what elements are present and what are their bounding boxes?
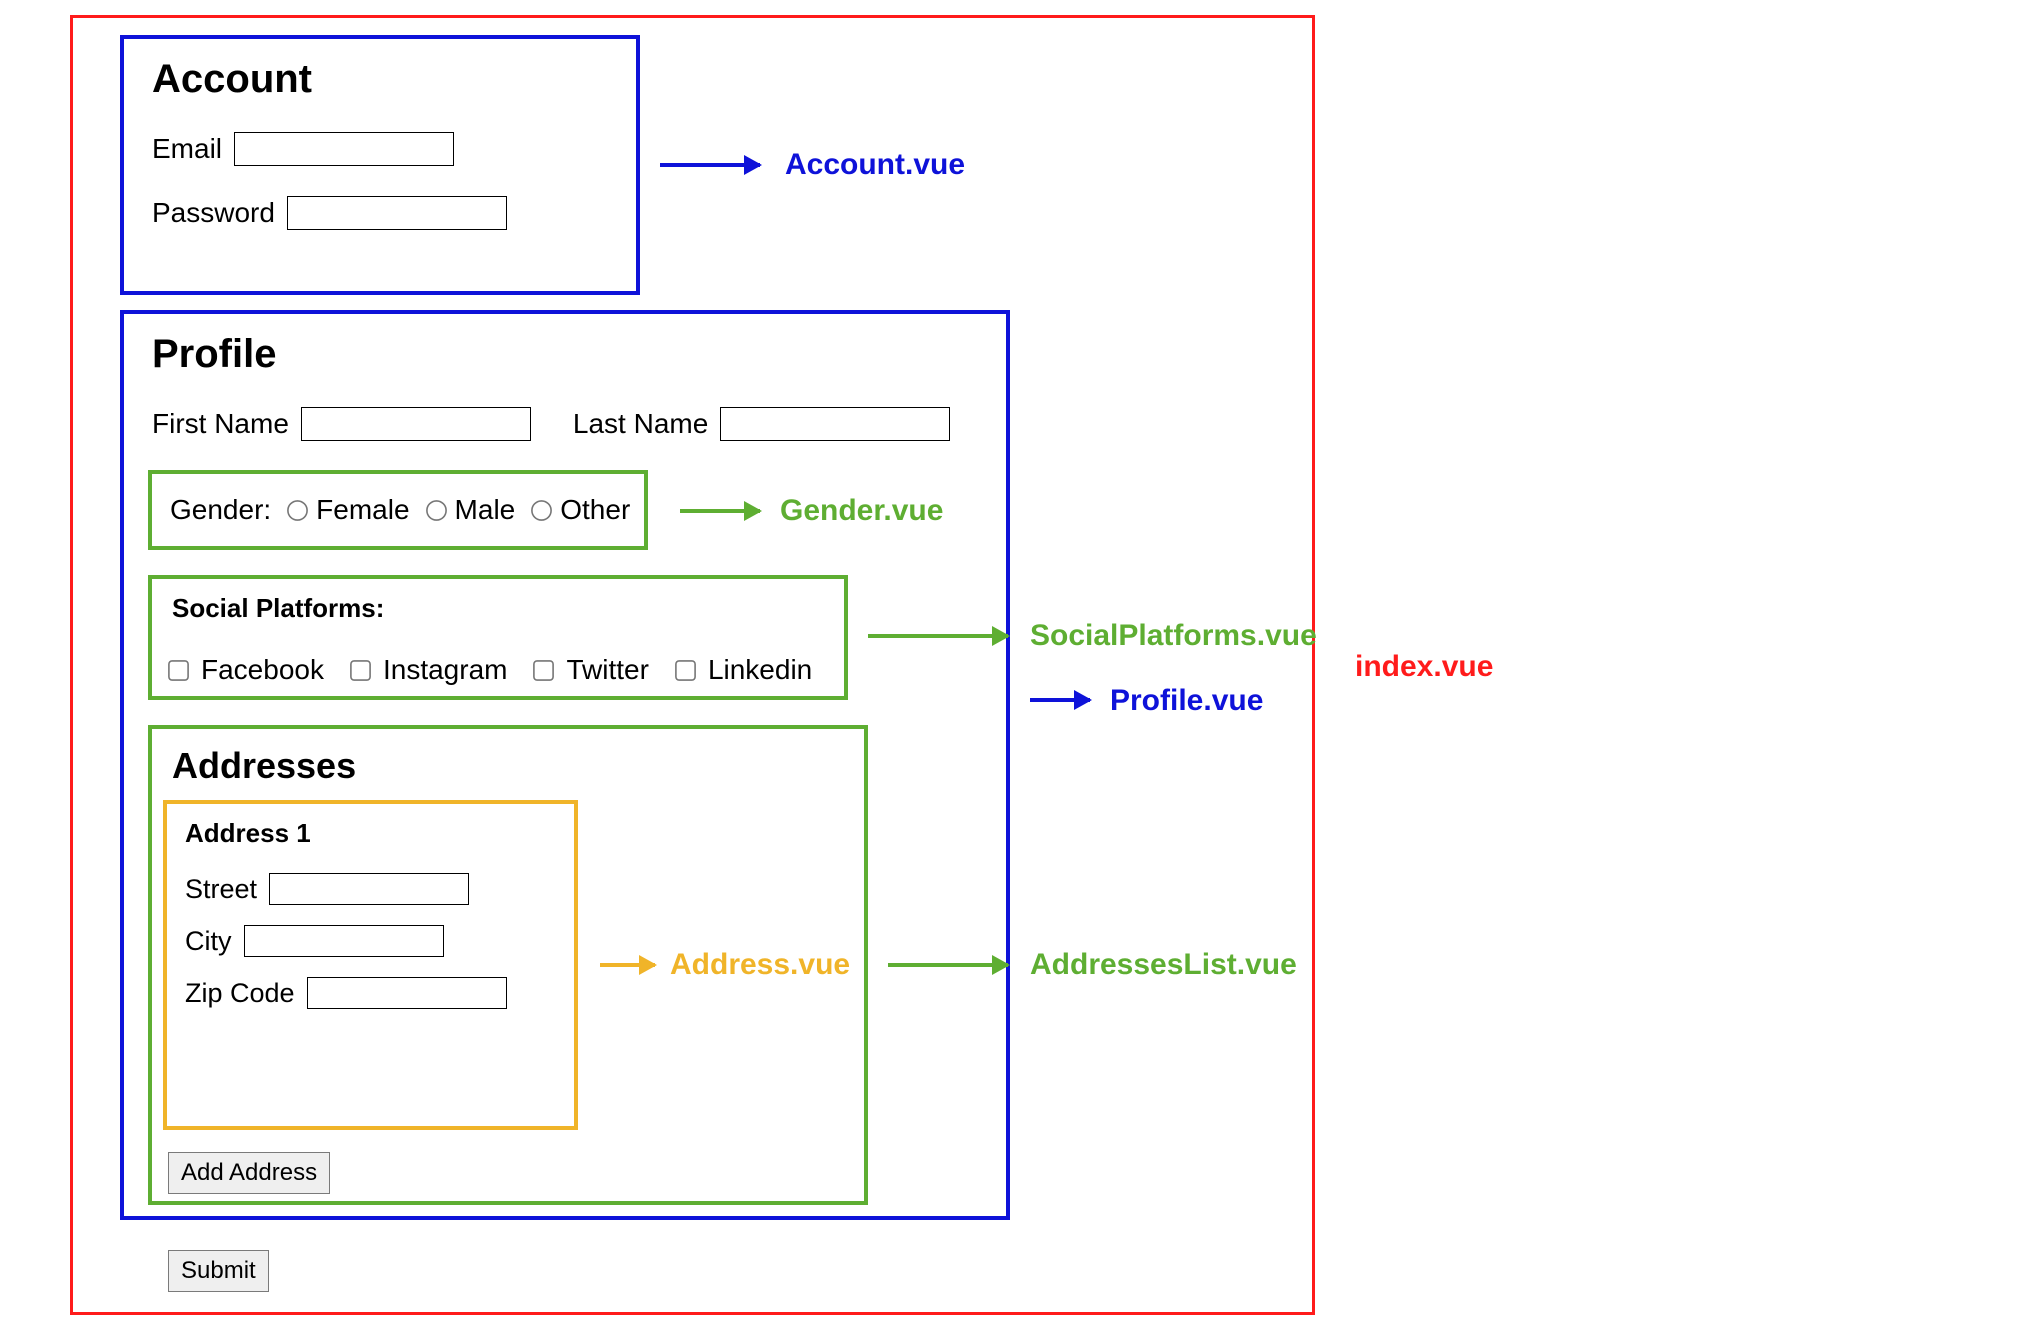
profile-title: Profile bbox=[152, 332, 978, 377]
account-title: Account bbox=[152, 57, 608, 102]
annotation-address-item: Address.vue bbox=[670, 948, 850, 982]
social-header: Social Platforms: bbox=[172, 593, 824, 624]
address-item-box: Address 1 Street City Zip Code bbox=[163, 800, 578, 1130]
social-option-instagram[interactable]: Instagram bbox=[354, 654, 508, 686]
add-address-button[interactable]: Add Address bbox=[168, 1152, 330, 1194]
first-name-label: First Name bbox=[152, 408, 289, 440]
social-option-linkedin[interactable]: Linkedin bbox=[679, 654, 812, 686]
social-facebook-label: Facebook bbox=[201, 654, 324, 686]
annotation-addresses: AddressesList.vue bbox=[1030, 948, 1297, 982]
social-linkedin-label: Linkedin bbox=[708, 654, 812, 686]
diagram-stage: index.vue Account Email Password Account… bbox=[0, 0, 2034, 1342]
gender-option-female[interactable]: Female bbox=[291, 494, 409, 526]
first-name-input[interactable] bbox=[301, 407, 531, 441]
annotation-index: index.vue bbox=[1355, 650, 1493, 684]
email-label: Email bbox=[152, 133, 222, 165]
gender-other-label: Other bbox=[560, 494, 630, 526]
annotation-social: SocialPlatforms.vue bbox=[1030, 619, 1317, 653]
social-option-twitter[interactable]: Twitter bbox=[537, 654, 648, 686]
last-name-label: Last Name bbox=[573, 408, 708, 440]
address-item-header: Address 1 bbox=[185, 818, 556, 849]
submit-button[interactable]: Submit bbox=[168, 1250, 269, 1292]
gender-female-label: Female bbox=[316, 494, 409, 526]
social-option-facebook[interactable]: Facebook bbox=[172, 654, 324, 686]
gender-box: Gender: Female Male Other bbox=[148, 470, 648, 550]
annotation-gender: Gender.vue bbox=[780, 494, 943, 528]
city-label: City bbox=[185, 926, 232, 957]
street-label: Street bbox=[185, 874, 257, 905]
account-box: Account Email Password bbox=[120, 35, 640, 295]
email-input[interactable] bbox=[234, 132, 454, 166]
zip-input[interactable] bbox=[307, 977, 507, 1009]
gender-option-other[interactable]: Other bbox=[535, 494, 630, 526]
social-twitter-label: Twitter bbox=[566, 654, 648, 686]
gender-option-male[interactable]: Male bbox=[430, 494, 516, 526]
street-input[interactable] bbox=[269, 873, 469, 905]
social-instagram-label: Instagram bbox=[383, 654, 508, 686]
gender-male-label: Male bbox=[455, 494, 516, 526]
password-input[interactable] bbox=[287, 196, 507, 230]
gender-label: Gender: bbox=[170, 494, 271, 526]
zip-label: Zip Code bbox=[185, 978, 295, 1009]
annotation-profile: Profile.vue bbox=[1110, 684, 1263, 718]
annotation-account: Account.vue bbox=[785, 148, 965, 182]
last-name-input[interactable] bbox=[720, 407, 950, 441]
password-label: Password bbox=[152, 197, 275, 229]
social-box: Social Platforms: Facebook Instagram Twi… bbox=[148, 575, 848, 700]
city-input[interactable] bbox=[244, 925, 444, 957]
addresses-title: Addresses bbox=[172, 745, 844, 787]
